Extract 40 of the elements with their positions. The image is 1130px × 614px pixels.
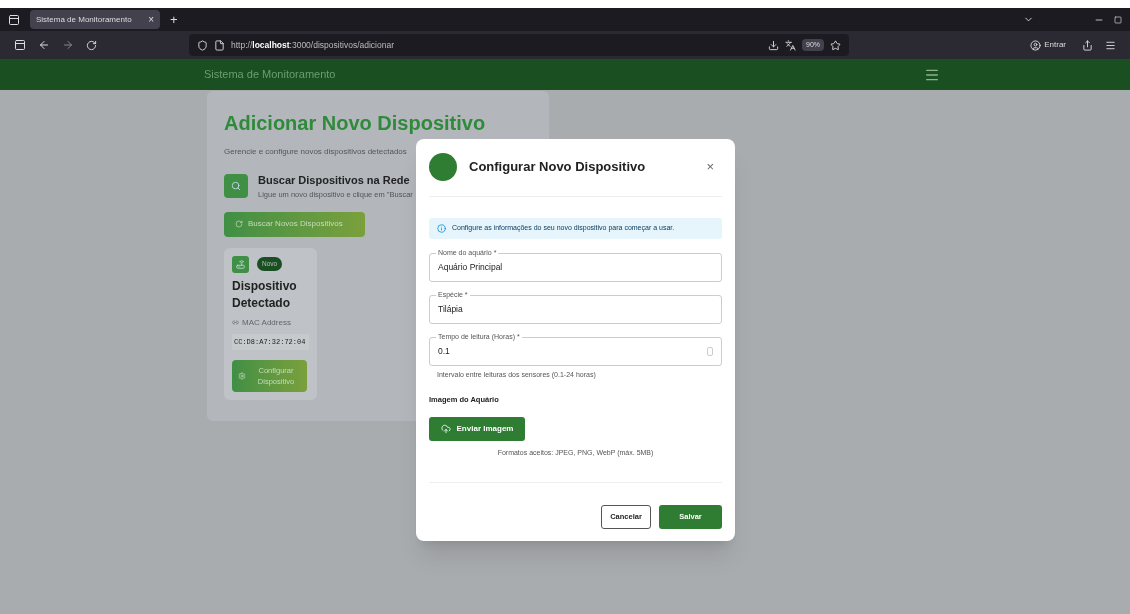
app-title: Sistema de Monitoramento — [204, 67, 337, 83]
download-icon[interactable] — [768, 39, 779, 51]
gear-icon — [238, 372, 246, 381]
tab-title: Sistema de Monitoramento — [36, 13, 133, 26]
refresh-icon — [235, 220, 243, 229]
shield-icon[interactable] — [197, 39, 208, 51]
field-value: 0.1 — [438, 345, 451, 358]
tab-close-button[interactable]: × — [148, 12, 154, 27]
mac-label: MAC Address — [242, 316, 291, 329]
account-icon — [1030, 39, 1042, 51]
section-title: Buscar Dispositivos na Rede — [258, 173, 411, 188]
close-button[interactable]: × — [706, 157, 722, 177]
page-icon[interactable] — [214, 39, 225, 51]
back-icon[interactable] — [38, 39, 50, 51]
bookmark-star-icon[interactable] — [830, 39, 841, 51]
upload-image-button[interactable]: Enviar Imagem — [429, 416, 525, 441]
account-button[interactable]: Entrar — [1026, 39, 1070, 51]
menu-icon[interactable] — [1105, 39, 1116, 51]
cloud-upload-icon — [440, 423, 451, 434]
page-title: Adicionar Novo Dispositivo — [224, 111, 487, 136]
info-icon — [437, 223, 446, 233]
tab-overview-icon[interactable] — [8, 13, 20, 26]
translate-icon[interactable] — [785, 39, 796, 51]
maximize-icon[interactable] — [1114, 15, 1122, 24]
dialog-avatar — [429, 152, 457, 181]
search-icon — [224, 173, 248, 198]
link-icon — [232, 319, 239, 327]
sidebar-icon[interactable] — [14, 39, 26, 51]
field-value: Tilápia — [438, 303, 464, 316]
router-icon — [232, 255, 249, 273]
reload-icon[interactable] — [86, 39, 97, 51]
dialog-title: Configurar Novo Dispositivo — [469, 158, 647, 177]
share-icon[interactable] — [1082, 39, 1093, 51]
browser-tab[interactable]: Sistema de Monitoramento × — [30, 10, 160, 29]
new-tab-button[interactable]: + — [170, 9, 178, 30]
forward-icon[interactable] — [62, 39, 74, 51]
device-name: Dispositivo Detectado — [232, 277, 298, 312]
page-subtitle: Gerencie e configure novos dispositivos detectados — [224, 146, 408, 158]
url-text: http://localhost:3000/dispositivos/adicionar — [231, 38, 394, 52]
field-value: Aquário Principal — [438, 261, 504, 274]
